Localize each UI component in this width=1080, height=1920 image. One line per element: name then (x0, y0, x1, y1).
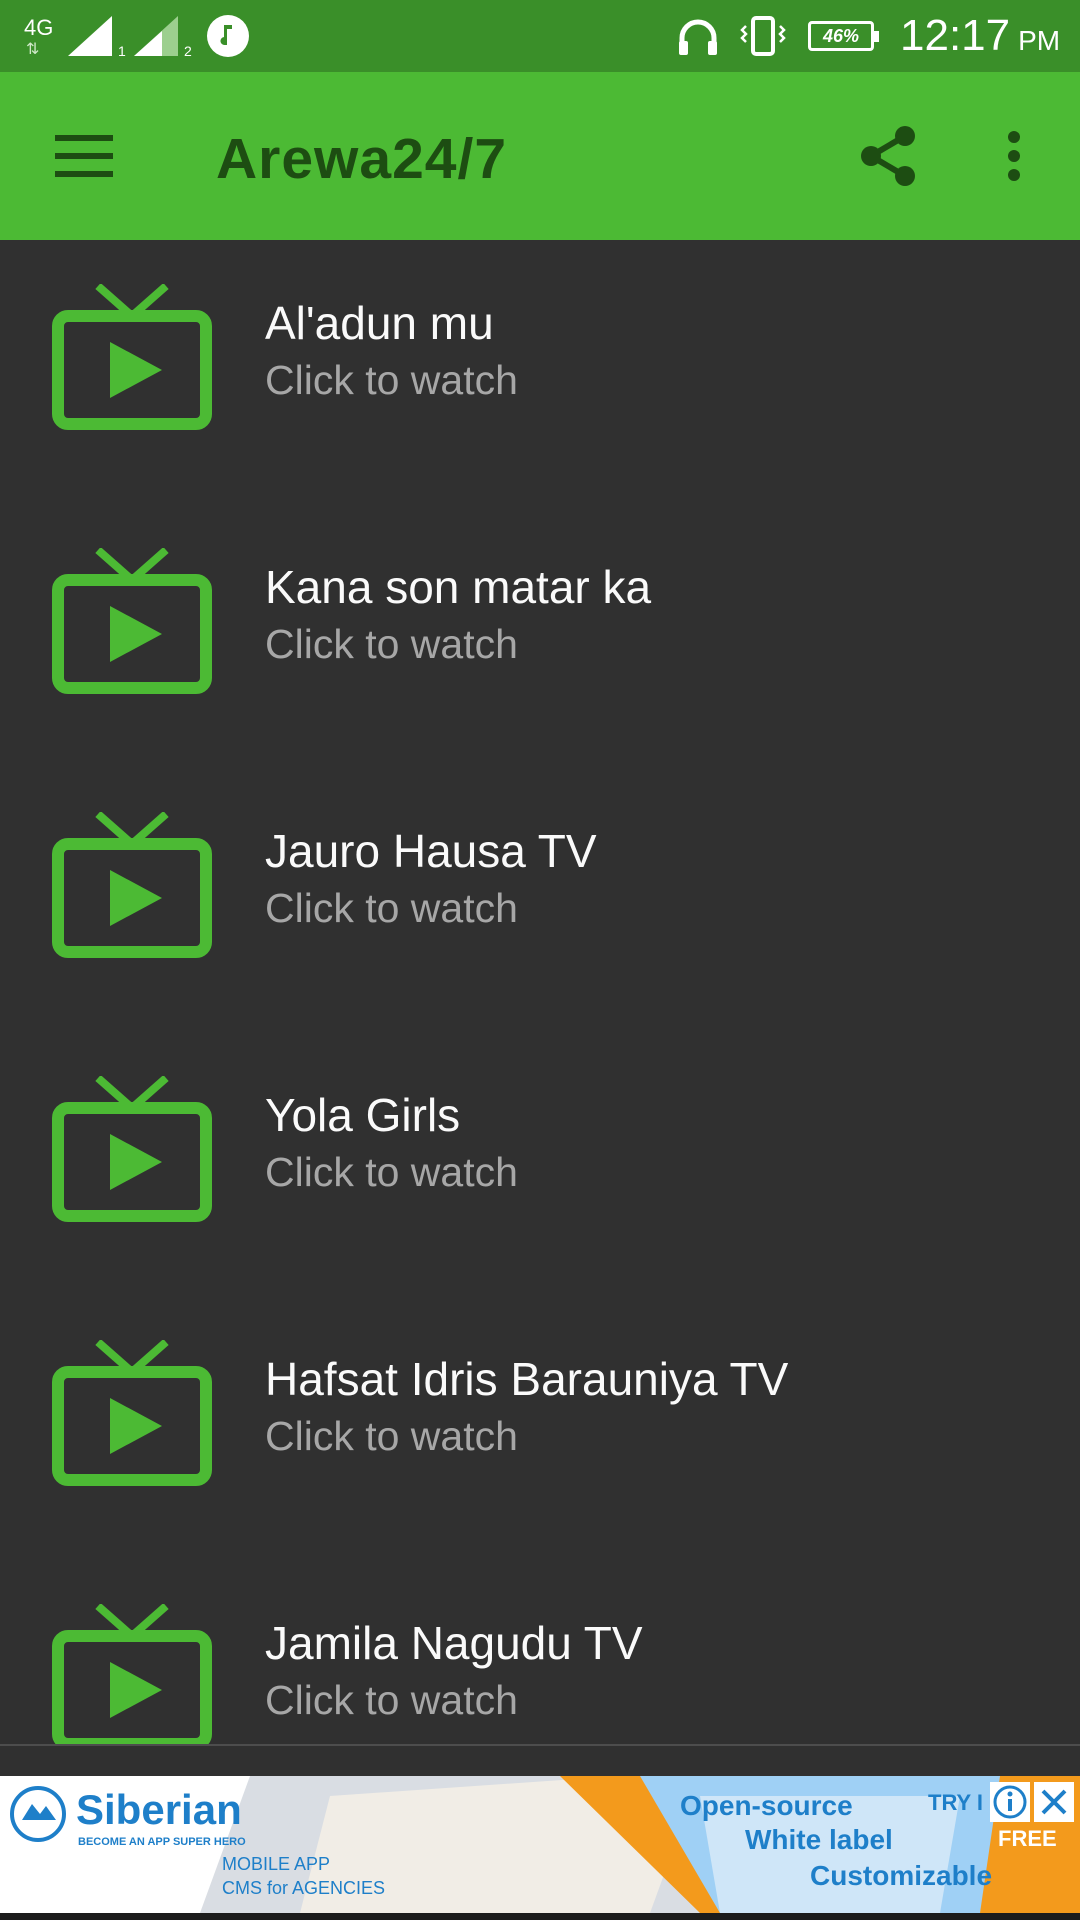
channel-name: Yola Girls (265, 1089, 461, 1141)
sim2-label: 2 (184, 43, 192, 59)
network-indicator: 4G ⇅ (24, 0, 60, 72)
battery-level: 46% (822, 25, 860, 46)
signal-sim1-icon: 1 (68, 0, 126, 72)
channel-name: Kana son matar ka (265, 561, 652, 613)
siberian-logo (10, 1786, 66, 1842)
channel-subtitle: Click to watch (265, 1413, 518, 1459)
clock-ampm: PM (1018, 25, 1061, 56)
share-button[interactable] (848, 116, 928, 196)
more-vertical-icon (1008, 131, 1020, 181)
vibrate-icon (740, 0, 786, 72)
live-tv-icon (52, 1340, 212, 1486)
close-icon (1041, 1789, 1067, 1815)
ad-info-button[interactable] (990, 1782, 1030, 1822)
ad-feature2: White label (745, 1824, 893, 1855)
channel-list: Al'adun mu Click to watch Kana son matar… (0, 240, 1080, 1744)
channel-subtitle: Click to watch (265, 621, 518, 667)
ad-try-label: TRY I (928, 1790, 984, 1815)
clock: 12:17 PM (900, 0, 1060, 72)
live-tv-icon (52, 284, 212, 430)
signal-sim2-icon: 2 (134, 0, 192, 72)
ad-brand: Siberian (76, 1786, 242, 1833)
ad-line2: CMS for AGENCIES (222, 1878, 386, 1898)
bottom-edge (0, 1913, 1080, 1920)
channel-item[interactable]: Jauro Hausa TV Click to watch (0, 768, 1080, 1032)
hamburger-menu-icon (55, 135, 113, 177)
channel-subtitle: Click to watch (265, 1677, 518, 1723)
ad-feature1: Open-source (680, 1790, 853, 1821)
app-toolbar: Arewa24/7 (0, 72, 1080, 240)
ad-banner[interactable]: Siberian BECOME AN APP SUPER HERO MOBILE… (0, 1776, 1080, 1913)
ad-line1: MOBILE APP (222, 1854, 331, 1874)
network-label: 4G (24, 15, 54, 40)
ad-spacer (0, 1746, 1080, 1776)
app-title: Arewa24/7 (216, 127, 508, 191)
channel-subtitle: Click to watch (265, 1149, 518, 1195)
info-icon (993, 1785, 1027, 1819)
channel-subtitle: Click to watch (265, 357, 518, 403)
channel-item[interactable]: Hafsat Idris Barauniya TV Click to watch (0, 1296, 1080, 1560)
ad-close-button[interactable] (1034, 1782, 1074, 1822)
channel-name: Hafsat Idris Barauniya TV (265, 1353, 789, 1405)
share-icon (861, 126, 915, 186)
ad-tagline: BECOME AN APP SUPER HERO (78, 1836, 246, 1848)
ad-feature3: Customizable (810, 1860, 993, 1891)
channel-item[interactable]: Kana son matar ka Click to watch (0, 504, 1080, 768)
live-tv-icon (52, 812, 212, 958)
ad-free-label: FREE (998, 1826, 1057, 1851)
headphones-icon (676, 0, 720, 72)
channel-item[interactable]: Jamila Nagudu TV Click to watch (0, 1560, 1080, 1744)
data-arrows-icon: ⇅ (26, 41, 39, 58)
live-tv-icon (52, 1604, 212, 1744)
overflow-menu-button[interactable] (984, 116, 1044, 196)
channel-name: Jauro Hausa TV (265, 825, 597, 877)
sim1-label: 1 (118, 43, 126, 59)
channel-name: Jamila Nagudu TV (265, 1617, 643, 1669)
menu-button[interactable] (38, 116, 130, 196)
channel-item[interactable]: Yola Girls Click to watch (0, 1032, 1080, 1296)
status-bar: 4G ⇅ 1 2 46% 12:17 PM (0, 0, 1080, 72)
music-note-icon (206, 0, 250, 72)
channel-name: Al'adun mu (265, 297, 494, 349)
live-tv-icon (52, 548, 212, 694)
battery-icon: 46% (808, 0, 879, 72)
channel-subtitle: Click to watch (265, 885, 518, 931)
live-tv-icon (52, 1076, 212, 1222)
clock-time: 12:17 (900, 11, 1011, 60)
channel-item[interactable]: Al'adun mu Click to watch (0, 240, 1080, 504)
